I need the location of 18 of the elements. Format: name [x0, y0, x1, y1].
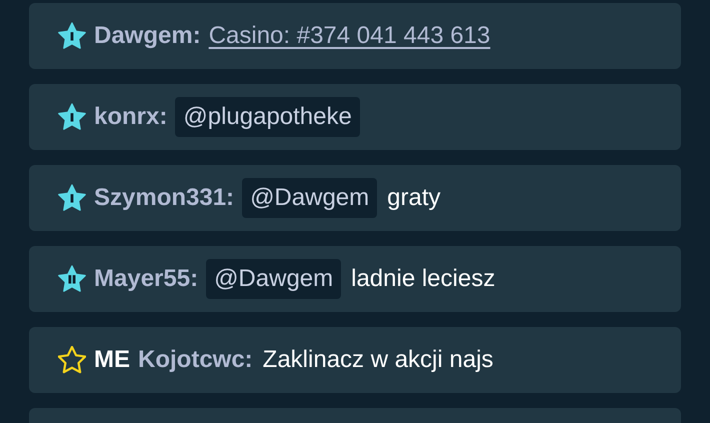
star-icon — [58, 103, 86, 131]
star-icon — [58, 346, 86, 374]
user-tag: ME — [94, 342, 130, 378]
username[interactable]: Mayer55: — [94, 261, 198, 297]
mention-tag[interactable]: @Dawgem — [206, 259, 342, 299]
message-text: graty — [387, 183, 440, 213]
username[interactable]: Szymon331: — [94, 180, 234, 216]
username[interactable]: Kojotcwc: — [138, 342, 253, 378]
username[interactable]: konrx: — [94, 99, 168, 135]
star-icon — [58, 22, 86, 50]
message-text: Zaklinacz w akcji najs — [262, 345, 494, 375]
bet-link[interactable]: Casino: #374 041 443 613 — [208, 18, 490, 54]
mention-tag[interactable]: @plugapotheke — [175, 97, 360, 137]
username[interactable]: Dawgem: — [94, 18, 201, 54]
star-icon — [58, 265, 86, 293]
message-text: ladnie leciesz — [351, 264, 496, 294]
mention-tag[interactable]: @Dawgem — [242, 178, 378, 218]
star-icon — [58, 184, 86, 212]
